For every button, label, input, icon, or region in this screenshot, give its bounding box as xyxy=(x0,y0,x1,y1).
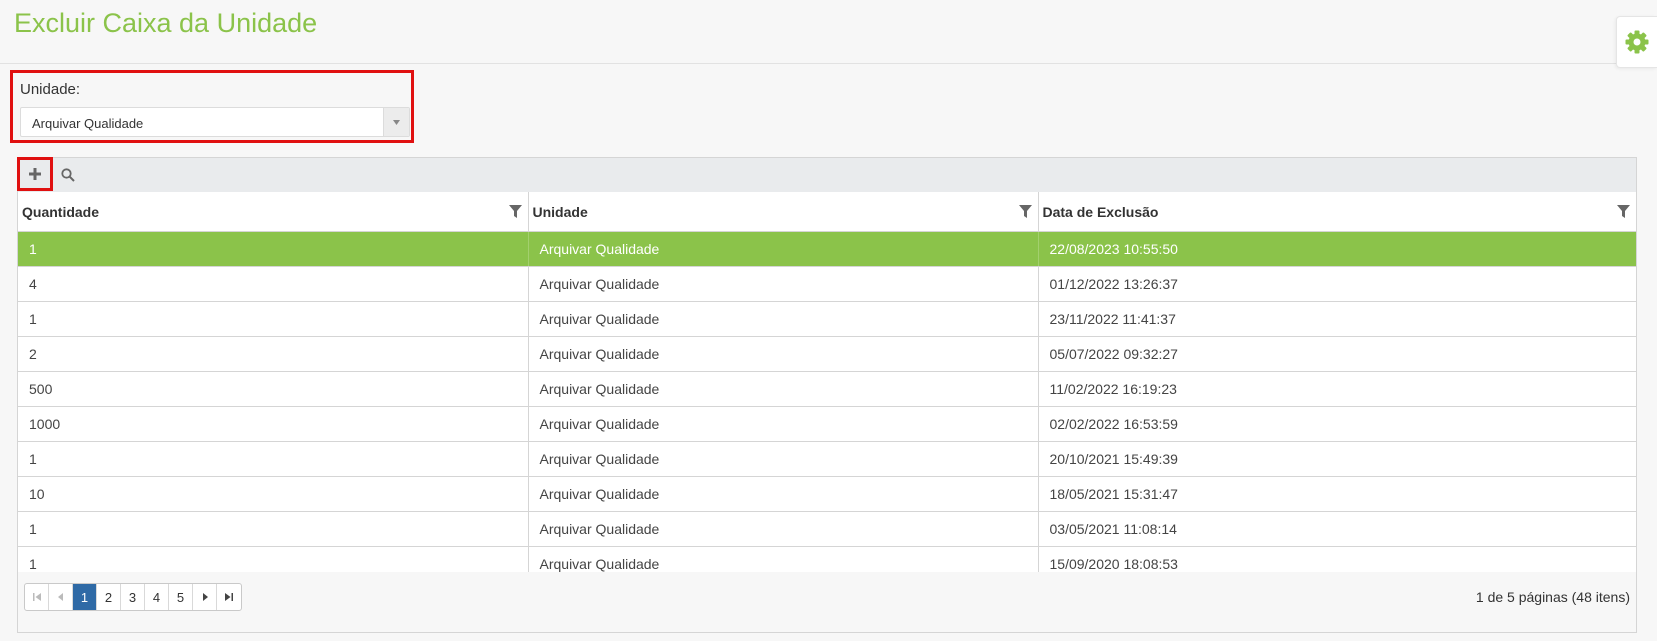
table-cell: Arquivar Qualidade xyxy=(528,301,1039,337)
last-page-button[interactable] xyxy=(217,584,241,610)
data-table: Quantidade Unidade Data de Exclusão 1 Ar… xyxy=(18,192,1636,582)
table-cell: 500 xyxy=(18,371,529,407)
table-cell: 10 xyxy=(18,476,529,512)
unidade-select-value: Arquivar Qualidade xyxy=(32,116,144,131)
table-row[interactable]: 1 Arquivar Qualidade 23/11/2022 11:41:37 xyxy=(18,301,1636,337)
table-cell: 2 xyxy=(18,336,529,372)
table-cell: 1 xyxy=(18,441,529,477)
search-icon xyxy=(61,168,75,182)
dropdown-arrow-icon[interactable] xyxy=(383,108,409,136)
page-button-2[interactable]: 2 xyxy=(97,584,121,610)
plus-icon xyxy=(29,168,41,180)
page-button-1[interactable]: 1 xyxy=(73,584,97,610)
table-row[interactable]: 10 Arquivar Qualidade 18/05/2021 15:31:4… xyxy=(18,476,1636,512)
column-header-label: Quantidade xyxy=(22,203,100,220)
table-cell: 01/12/2022 13:26:37 xyxy=(1038,266,1636,302)
data-grid: Quantidade Unidade Data de Exclusão 1 Ar… xyxy=(17,157,1637,633)
pager-area: 1 2 3 4 5 1 de 5 páginas (48 itens) xyxy=(18,572,1636,632)
next-page-icon xyxy=(202,593,208,601)
unidade-select[interactable]: Arquivar Qualidade xyxy=(20,107,410,137)
first-page-icon xyxy=(32,593,41,601)
page-title: Excluir Caixa da Unidade xyxy=(14,8,318,38)
column-header[interactable]: Data de Exclusão xyxy=(1038,192,1636,232)
table-cell: 22/08/2023 10:55:50 xyxy=(1038,231,1636,267)
prev-page-icon xyxy=(57,593,63,601)
table-row[interactable]: 500 Arquivar Qualidade 11/02/2022 16:19:… xyxy=(18,371,1636,407)
table-header-row: Quantidade Unidade Data de Exclusão xyxy=(18,192,1636,232)
column-header-label: Unidade xyxy=(532,203,588,220)
table-row[interactable]: 4 Arquivar Qualidade 01/12/2022 13:26:37 xyxy=(18,266,1636,302)
table-cell: 1 xyxy=(18,301,529,337)
table-cell: 1 xyxy=(18,231,529,267)
last-page-icon xyxy=(225,593,233,601)
table-cell: Arquivar Qualidade xyxy=(528,336,1039,372)
column-header[interactable]: Quantidade xyxy=(18,192,529,232)
table-cell: 03/05/2021 11:08:14 xyxy=(1038,511,1636,547)
pager-info: 1 de 5 páginas (48 itens) xyxy=(1475,589,1630,605)
add-button[interactable] xyxy=(17,157,53,191)
table-row[interactable]: 1 Arquivar Qualidade 03/05/2021 11:08:14 xyxy=(18,511,1636,547)
table-cell: 20/10/2021 15:49:39 xyxy=(1038,441,1636,477)
filter-icon[interactable] xyxy=(1018,205,1032,218)
prev-page-button[interactable] xyxy=(49,584,73,610)
table-cell: 1 xyxy=(18,511,529,547)
table-cell: 4 xyxy=(18,266,529,302)
table-cell: Arquivar Qualidade xyxy=(528,476,1039,512)
table-row[interactable]: 1000 Arquivar Qualidade 02/02/2022 16:53… xyxy=(18,406,1636,442)
filter-icon[interactable] xyxy=(508,205,522,218)
search-button[interactable] xyxy=(59,166,77,184)
table-cell: Arquivar Qualidade xyxy=(528,231,1039,267)
table-row[interactable]: 1 Arquivar Qualidade 20/10/2021 15:49:39 xyxy=(18,441,1636,477)
table-cell: Arquivar Qualidade xyxy=(528,371,1039,407)
unidade-label: Unidade: xyxy=(20,81,81,98)
table-cell: 18/05/2021 15:31:47 xyxy=(1038,476,1636,512)
next-page-button[interactable] xyxy=(193,584,217,610)
column-header-label: Data de Exclusão xyxy=(1042,203,1159,220)
table-cell: 02/02/2022 16:53:59 xyxy=(1038,406,1636,442)
table-cell: Arquivar Qualidade xyxy=(528,441,1039,477)
settings-button[interactable] xyxy=(1616,16,1657,68)
pager: 1 2 3 4 5 xyxy=(24,583,242,611)
table-cell: Arquivar Qualidade xyxy=(528,511,1039,547)
table-cell: 1000 xyxy=(18,406,529,442)
table-cell: 05/07/2022 09:32:27 xyxy=(1038,336,1636,372)
table-row[interactable]: 2 Arquivar Qualidade 05/07/2022 09:32:27 xyxy=(18,336,1636,372)
table-cell: Arquivar Qualidade xyxy=(528,266,1039,302)
table-cell: 23/11/2022 11:41:37 xyxy=(1038,301,1636,337)
gear-icon xyxy=(1625,30,1649,54)
table-cell: 11/02/2022 16:19:23 xyxy=(1038,371,1636,407)
table-cell: Arquivar Qualidade xyxy=(528,406,1039,442)
column-header[interactable]: Unidade xyxy=(528,192,1039,232)
unidade-filter-group: Unidade: Arquivar Qualidade xyxy=(10,70,414,143)
page-button-4[interactable]: 4 xyxy=(145,584,169,610)
page-header: Excluir Caixa da Unidade xyxy=(0,0,1657,64)
page-button-5[interactable]: 5 xyxy=(169,584,193,610)
filter-icon[interactable] xyxy=(1617,205,1630,218)
table-row[interactable]: 1 Arquivar Qualidade 22/08/2023 10:55:50 xyxy=(18,231,1636,267)
grid-toolbar xyxy=(17,157,1636,193)
first-page-button[interactable] xyxy=(25,584,49,610)
page-button-3[interactable]: 3 xyxy=(121,584,145,610)
